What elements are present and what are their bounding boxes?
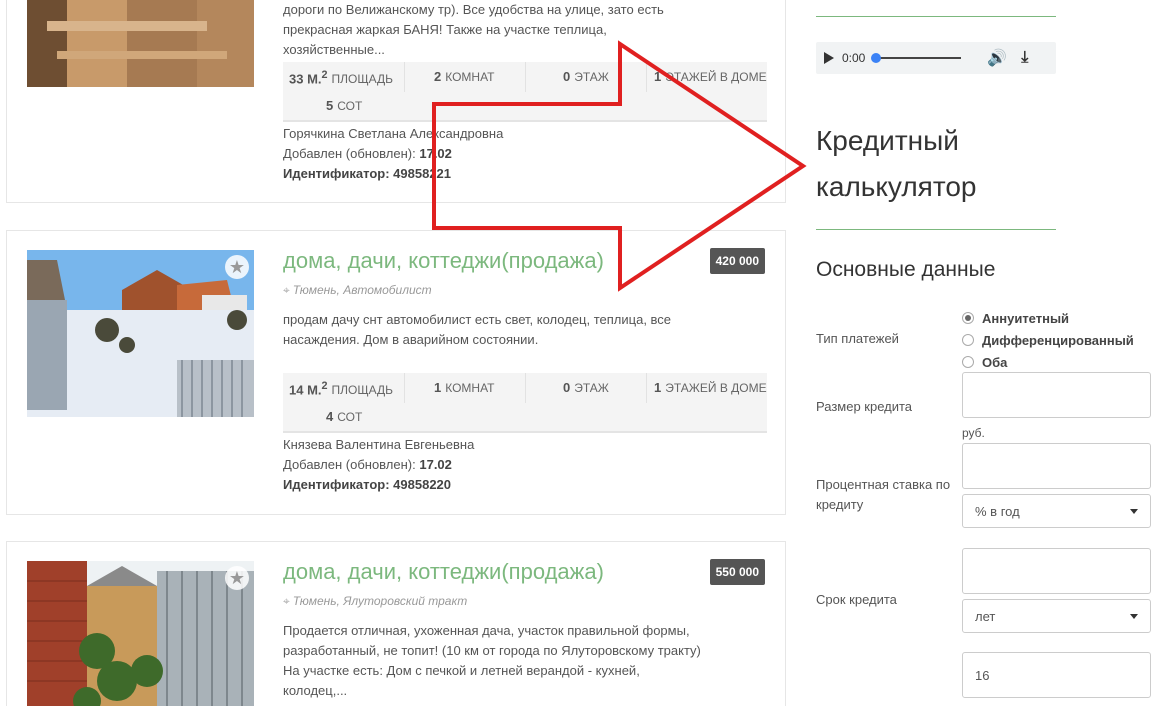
audio-player[interactable]: 0:00 🔊 ⤓ — [816, 42, 1056, 74]
floors-value: 1 — [654, 380, 662, 395]
rooms-label: комнат — [445, 70, 495, 84]
floors-value: 1 — [654, 69, 662, 84]
map-pin-icon: ⌖ — [283, 594, 290, 608]
rate-period-select[interactable]: % в год — [962, 494, 1151, 528]
radio-annuity[interactable]: Аннуитетный — [962, 307, 1134, 329]
listing-owner: Князева Валентина Евгеньевна — [283, 437, 475, 452]
plot-label: сот — [337, 410, 363, 424]
listing-photo[interactable] — [27, 0, 254, 128]
listing-description: Продается отличная, ухоженная дача, учас… — [283, 623, 701, 698]
radio-circle[interactable] — [962, 312, 974, 324]
listing-photo[interactable]: ★ — [27, 250, 254, 417]
audio-time: 0:00 — [842, 51, 866, 65]
listing-id: Идентификатор: 49858220 — [283, 477, 452, 492]
payment-type-options: Аннуитетный Дифференцированный Оба — [962, 307, 1134, 373]
listing-added: Добавлен (обновлен): 17.02 — [283, 146, 452, 161]
volume-icon[interactable]: 🔊 — [987, 48, 1007, 68]
floor-label: этаж — [574, 381, 609, 395]
loan-size-unit: руб. — [962, 426, 985, 440]
floors-label: этажей в доме — [665, 70, 767, 84]
radio-circle[interactable] — [962, 334, 974, 346]
listing-stats: 14 М.2 площадь 1 комнат 0 этаж 1 этажей в до… — [283, 373, 767, 433]
map-pin-icon: ⌖ — [283, 283, 290, 297]
radio-both[interactable]: Оба — [962, 351, 1134, 373]
plot-label: сот — [337, 99, 363, 113]
listing-title[interactable]: дома, дачи, коттеджи(продажа) — [283, 248, 604, 274]
rooms-label: комнат — [445, 381, 495, 395]
listing-id: Идентификатор: 49858221 — [283, 166, 452, 181]
chevron-down-icon — [1130, 613, 1138, 619]
listing-meta: Князева Валентина Евгеньевна Добавлен (о… — [283, 435, 474, 495]
seek-handle[interactable] — [871, 53, 882, 63]
area-label: площадь — [331, 72, 394, 87]
price-badge: 420 000 — [709, 248, 765, 274]
audio-seek-bar[interactable] — [871, 53, 962, 63]
floor-value: 0 — [563, 380, 571, 395]
play-icon[interactable] — [824, 52, 834, 64]
term-unit-select[interactable]: лет — [962, 599, 1151, 633]
radio-circle[interactable] — [962, 356, 974, 368]
listing-meta: Горячкина Светлана Александровна Добавле… — [283, 124, 503, 184]
listing-stats: 33 М.2 площадь 2 комнат 0 этаж 1 этажей в до… — [283, 62, 767, 122]
favorite-star-icon[interactable]: ★ — [225, 566, 249, 590]
download-icon[interactable]: ⤓ — [1021, 49, 1028, 67]
listings-column: дороги по Велижанскому тр). Все удобства… — [0, 0, 800, 706]
loan-term-input[interactable] — [962, 548, 1151, 594]
area-value: 14 М.2 — [289, 380, 328, 398]
section-title: Основные данные — [816, 258, 996, 281]
listing-added: Добавлен (обновлен): 17.02 — [283, 457, 452, 472]
chevron-down-icon — [1130, 508, 1138, 514]
favorite-star-icon[interactable]: ★ — [225, 255, 249, 279]
listing-description: дороги по Велижанскому тр). Все удобства… — [283, 2, 664, 57]
floors-label: этажей в доме — [665, 381, 767, 395]
listing-card: дороги по Велижанскому тр). Все удобства… — [6, 0, 786, 203]
radio-differentiated[interactable]: Дифференцированный — [962, 329, 1134, 351]
listing-card: ★ дома, дачи, коттеджи(продажа) 550 000 … — [6, 541, 786, 706]
floor-value: 0 — [563, 69, 571, 84]
rooms-value: 1 — [434, 380, 442, 395]
additional-input[interactable]: 16 — [962, 652, 1151, 698]
payment-type-label: Тип платежей — [816, 331, 899, 346]
area-label: площадь — [331, 383, 394, 398]
listing-description: продам дачу снт автомобилист есть свет, … — [283, 312, 672, 347]
listing-card: ★ дома, дачи, коттеджи(продажа) 420 000 … — [6, 230, 786, 515]
plot-value: 4 — [326, 409, 334, 424]
price-badge: 550 000 — [709, 559, 765, 585]
loan-size-input[interactable] — [962, 372, 1151, 418]
listing-location: ⌖ Тюмень, Ялуторовский тракт — [283, 594, 468, 608]
loan-term-label: Срок кредита — [816, 592, 897, 607]
interest-rate-label: Процентная ставка по кредиту — [816, 477, 951, 512]
listing-title[interactable]: дома, дачи, коттеджи(продажа) — [283, 559, 604, 585]
credit-calculator-sidebar: 0:00 🔊 ⤓ Кредитный калькулятор Основные … — [816, 0, 1169, 706]
rooms-value: 2 — [434, 69, 442, 84]
interest-rate-input[interactable] — [962, 443, 1151, 489]
divider — [816, 229, 1056, 230]
plot-value: 5 — [326, 98, 334, 113]
listing-location: ⌖ Тюмень, Автомобилист — [283, 283, 432, 297]
floor-label: этаж — [574, 70, 609, 84]
loan-size-label: Размер кредита — [816, 399, 913, 414]
listing-photo[interactable]: ★ — [27, 561, 254, 706]
calculator-title: Кредитный калькулятор — [816, 125, 977, 202]
divider — [816, 16, 1056, 17]
listing-owner: Горячкина Светлана Александровна — [283, 126, 504, 141]
area-value: 33 М.2 — [289, 69, 328, 87]
